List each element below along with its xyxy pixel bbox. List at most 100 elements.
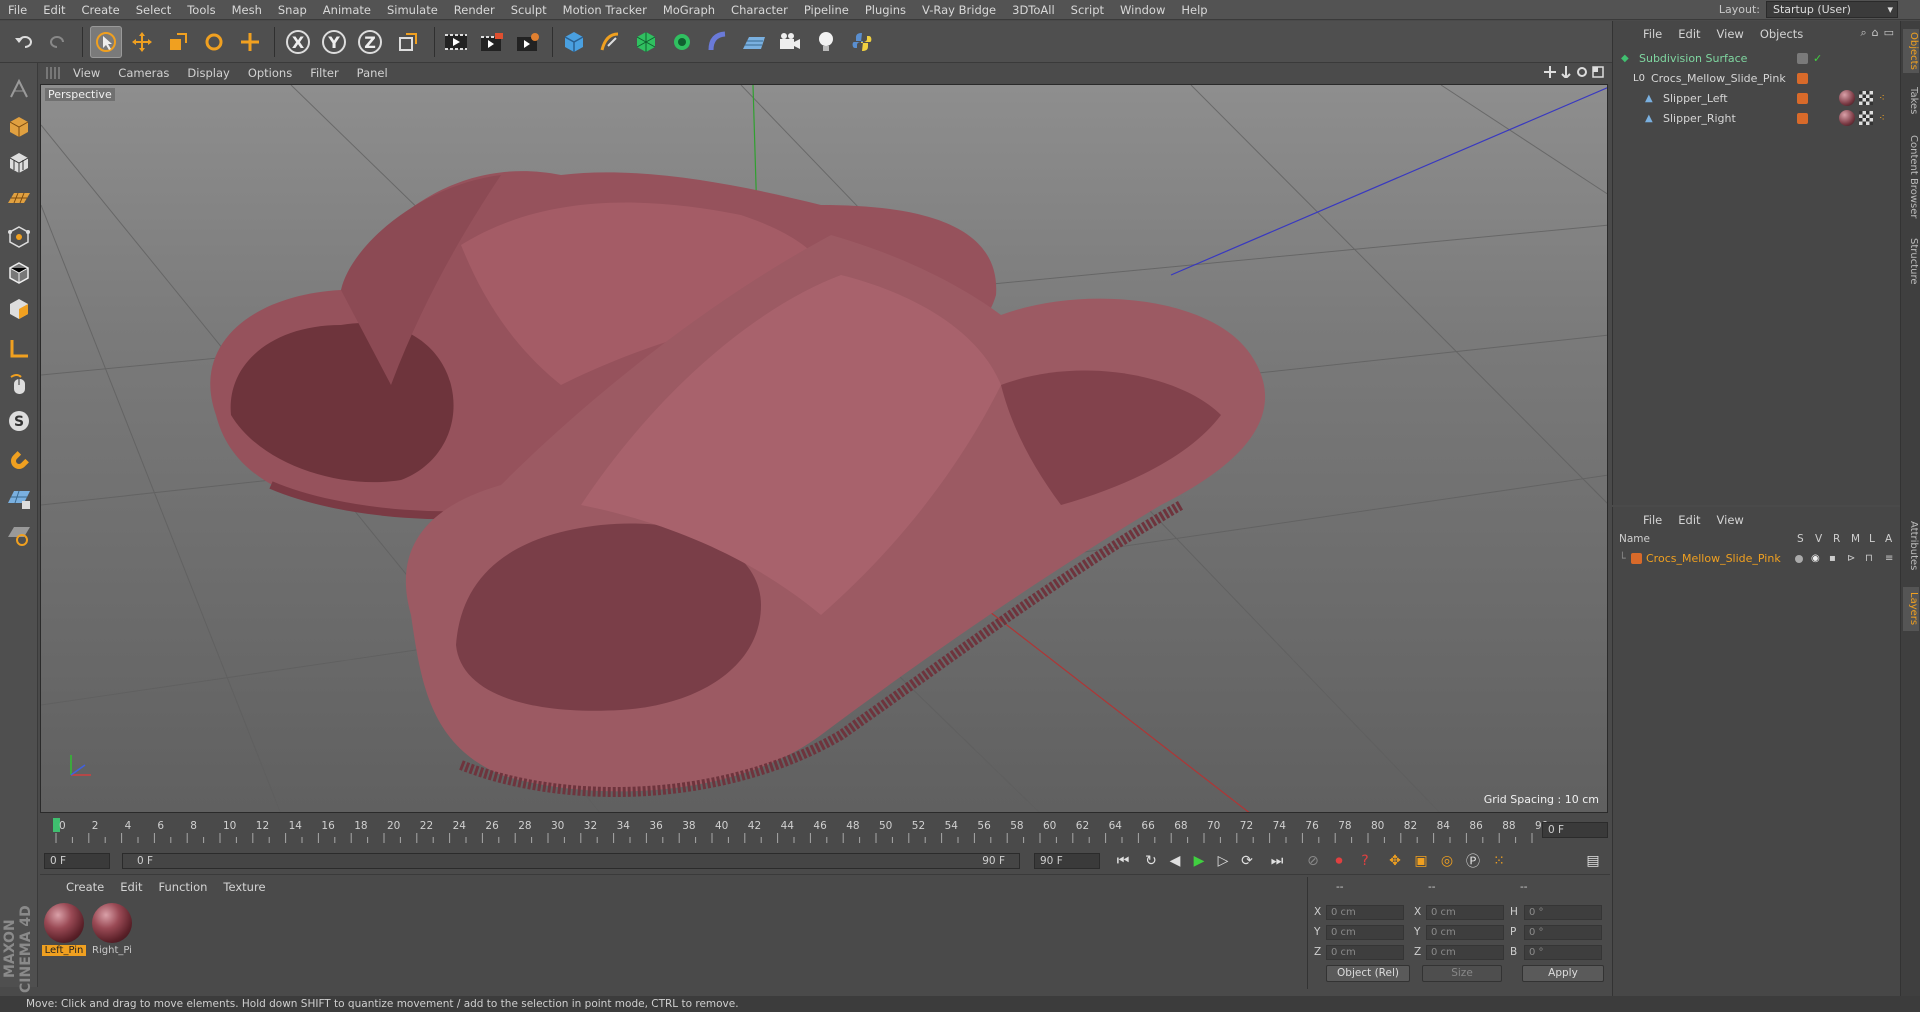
layer-tag-icon[interactable]: [1797, 93, 1808, 104]
deformer-icon[interactable]: [702, 26, 734, 58]
manager-toggle-icon[interactable]: ⊳: [1847, 553, 1855, 564]
menu-3dtoall[interactable]: 3DToAll: [1004, 0, 1063, 20]
coord-mode-dropdown[interactable]: Object (Rel): [1326, 965, 1410, 982]
object-menu-edit[interactable]: Edit: [1670, 27, 1708, 41]
menu-motion-tracker[interactable]: Motion Tracker: [555, 0, 655, 20]
redo-icon[interactable]: [42, 26, 74, 58]
tab-objects[interactable]: Objects: [1903, 29, 1919, 73]
layer-tag-icon[interactable]: [1797, 73, 1808, 84]
menu-pipeline[interactable]: Pipeline: [796, 0, 857, 20]
object-row[interactable]: L0 Crocs_Mellow_Slide_Pink: [1613, 69, 1901, 88]
material-swatch-right[interactable]: Right_Pi: [90, 901, 134, 957]
viewport-menu-cameras[interactable]: Cameras: [109, 66, 178, 80]
axis-mode-icon[interactable]: [3, 333, 35, 365]
menu-snap[interactable]: Snap: [270, 0, 315, 20]
menu-edit[interactable]: Edit: [35, 0, 73, 20]
record-keys-icon[interactable]: ⊘: [1302, 851, 1324, 871]
pen-spline-icon[interactable]: [594, 26, 626, 58]
perspective-viewport[interactable]: Perspective Grid Spacing : 10 cm: [40, 84, 1608, 813]
current-frame-field[interactable]: 0 F: [1542, 822, 1608, 838]
new-view-icon[interactable]: ▭: [1884, 26, 1894, 40]
keyframe-selection-icon[interactable]: ?: [1354, 851, 1376, 871]
tab-attributes[interactable]: Attributes: [1903, 511, 1919, 581]
home-icon[interactable]: ⌂: [1872, 26, 1879, 40]
layer-tag-icon[interactable]: [1797, 53, 1808, 64]
size-z-field[interactable]: 0 cm: [1426, 945, 1504, 960]
go-to-end-icon[interactable]: ⏭: [1266, 851, 1288, 871]
make-editable-icon[interactable]: [3, 73, 35, 105]
object-row[interactable]: ▲ Slipper_Right ⁖: [1613, 109, 1901, 128]
pos-x-field[interactable]: 0 cm: [1326, 905, 1404, 920]
viewport-menu-view[interactable]: View: [64, 66, 109, 80]
layout-dropdown[interactable]: Startup (User): [1766, 1, 1898, 18]
menu-select[interactable]: Select: [128, 0, 179, 20]
viewport-menu-panel[interactable]: Panel: [348, 66, 397, 80]
key-param-icon[interactable]: Ⓟ: [1462, 851, 1484, 871]
render-view-icon[interactable]: [440, 26, 472, 58]
floor-icon[interactable]: [738, 26, 770, 58]
rot-h-field[interactable]: 0 °: [1524, 905, 1602, 920]
timeline-settings-icon[interactable]: ▤: [1582, 851, 1604, 871]
magnet-icon[interactable]: [3, 445, 35, 477]
menu-animate[interactable]: Animate: [315, 0, 379, 20]
cloner-icon[interactable]: [666, 26, 698, 58]
texture-mode-icon[interactable]: [3, 147, 35, 179]
material-menu-create[interactable]: Create: [58, 880, 112, 894]
transform-icon[interactable]: [234, 26, 266, 58]
camera-label[interactable]: Perspective: [45, 88, 115, 101]
animation-toggle-icon[interactable]: ≡: [1885, 553, 1893, 564]
size-x-field[interactable]: 0 cm: [1426, 905, 1504, 920]
object-row[interactable]: ◆ Subdivision Surface ✓: [1613, 49, 1901, 68]
phong-tag-icon[interactable]: ⁖: [1879, 93, 1885, 104]
menu-sculpt[interactable]: Sculpt: [503, 0, 555, 20]
layer-tag-icon[interactable]: [1797, 113, 1808, 124]
eye-icon[interactable]: ◉: [1811, 553, 1820, 564]
menu-window[interactable]: Window: [1112, 0, 1173, 20]
menu-character[interactable]: Character: [723, 0, 796, 20]
edge-mode-icon[interactable]: [3, 257, 35, 289]
start-frame-field[interactable]: 0 F: [44, 853, 110, 869]
maximize-view-icon[interactable]: [1592, 66, 1604, 78]
workplane-lock-icon[interactable]: [3, 483, 35, 515]
object-row[interactable]: ▲ Slipper_Left ⁖: [1613, 89, 1901, 108]
tab-takes[interactable]: Takes: [1903, 79, 1919, 123]
light-icon[interactable]: [810, 26, 842, 58]
viewport-menu-options[interactable]: Options: [239, 66, 301, 80]
undo-icon[interactable]: [8, 26, 40, 58]
menu-plugins[interactable]: Plugins: [857, 0, 914, 20]
orbit-icon[interactable]: [1576, 66, 1588, 78]
move-icon[interactable]: [126, 26, 158, 58]
apply-button[interactable]: Apply: [1522, 965, 1604, 982]
play-icon[interactable]: ▶: [1188, 851, 1210, 871]
pos-y-field[interactable]: 0 cm: [1326, 925, 1404, 940]
point-mode-icon[interactable]: [3, 221, 35, 253]
model-mode-icon[interactable]: [3, 111, 35, 143]
solo-dot-icon[interactable]: [1795, 554, 1803, 563]
menu-simulate[interactable]: Simulate: [379, 0, 446, 20]
viewport-menu-display[interactable]: Display: [178, 66, 238, 80]
camera-icon[interactable]: [774, 26, 806, 58]
rotate-icon[interactable]: [198, 26, 230, 58]
object-menu-file[interactable]: File: [1635, 27, 1670, 41]
material-tag-icon[interactable]: [1839, 90, 1855, 106]
tweak-mode-icon[interactable]: [3, 369, 35, 401]
key-rotation-icon[interactable]: ◎: [1436, 851, 1458, 871]
key-pla-icon[interactable]: ⁙: [1488, 851, 1510, 871]
end-frame-field[interactable]: 90 F: [1034, 853, 1100, 869]
python-icon[interactable]: [846, 26, 878, 58]
phong-tag-icon[interactable]: ⁖: [1879, 113, 1885, 124]
material-menu-function[interactable]: Function: [151, 880, 216, 894]
menu-mesh[interactable]: Mesh: [224, 0, 270, 20]
render-region-icon[interactable]: [476, 26, 508, 58]
tab-content-browser[interactable]: Content Browser: [1903, 127, 1919, 227]
autokey-icon[interactable]: ⏺: [1328, 851, 1350, 871]
zoom-icon[interactable]: [1560, 66, 1572, 78]
object-menu-view[interactable]: View: [1709, 27, 1752, 41]
step-forward-icon[interactable]: ▷: [1212, 851, 1234, 871]
workplane-icon[interactable]: [3, 183, 35, 215]
material-tag-icon[interactable]: [1839, 110, 1855, 126]
select-arrow-icon[interactable]: [90, 26, 122, 58]
menu-create[interactable]: Create: [74, 0, 128, 20]
snap-icon[interactable]: S: [3, 405, 35, 437]
key-scale-icon[interactable]: ▣: [1410, 851, 1432, 871]
